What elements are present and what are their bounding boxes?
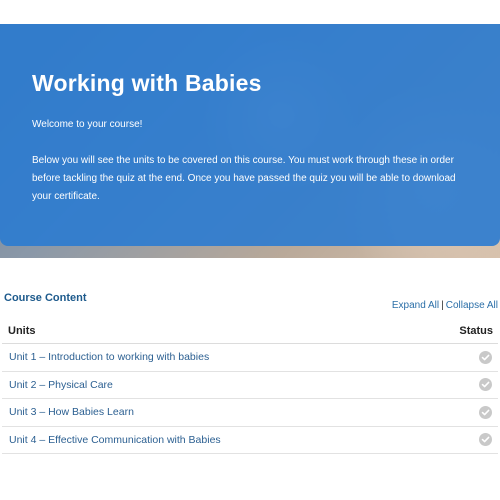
unit-row-4[interactable]: Unit 4 – Effective Communication with Ba… [2, 427, 498, 454]
unit-link[interactable]: Unit 1 – Introduction to working with ba… [9, 351, 209, 363]
check-circle-icon [479, 350, 492, 364]
collapse-all-link[interactable]: Collapse All [446, 300, 498, 311]
units-list: Unit 1 – Introduction to working with ba… [2, 344, 498, 454]
check-circle-icon [479, 433, 492, 447]
unit-row-1[interactable]: Unit 1 – Introduction to working with ba… [2, 344, 498, 372]
expand-collapse-controls: Expand All | Collapse All [392, 300, 498, 311]
unit-link[interactable]: Unit 4 – Effective Communication with Ba… [9, 434, 221, 446]
hero-content: Working with Babies Welcome to your cour… [32, 70, 472, 206]
unit-link[interactable]: Unit 2 – Physical Care [9, 379, 113, 391]
expand-all-link[interactable]: Expand All [392, 300, 439, 311]
page-title: Working with Babies [32, 70, 262, 96]
course-hero-banner: Working with Babies Welcome to your cour… [0, 24, 500, 258]
unit-row-2[interactable]: Unit 2 – Physical Care [2, 372, 498, 399]
status-column-header: Status [459, 324, 493, 337]
check-circle-icon [479, 378, 492, 392]
unit-link[interactable]: Unit 3 – How Babies Learn [9, 406, 134, 418]
welcome-text: Welcome to your course! [32, 119, 143, 130]
units-table: Units Status Unit 1 – Introduction to wo… [2, 318, 498, 454]
course-content-header: Course Content Expand All | Collapse All [4, 292, 500, 312]
check-circle-icon [479, 405, 492, 419]
units-table-header: Units Status [2, 318, 498, 344]
link-separator: | [441, 300, 444, 311]
units-column-header: Units [8, 324, 36, 337]
course-content-title: Course Content [4, 292, 87, 304]
course-description: Below you will see the units to be cover… [32, 155, 456, 202]
unit-row-3[interactable]: Unit 3 – How Babies Learn [2, 399, 498, 427]
